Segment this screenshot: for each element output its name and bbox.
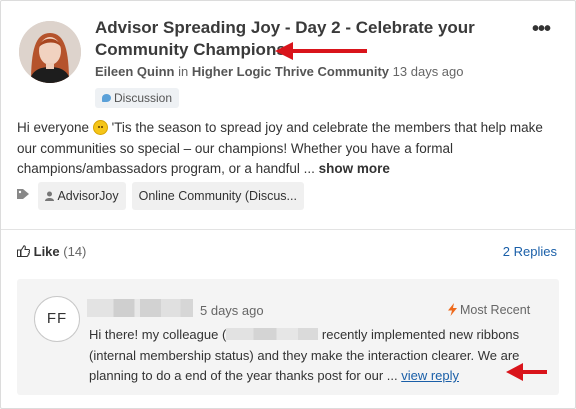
in-label: in: [178, 64, 189, 79]
lightning-bolt-icon: [448, 303, 457, 319]
community-link[interactable]: Higher Logic Thrive Community: [192, 64, 389, 79]
tag-label: AdvisorJoy: [57, 189, 119, 203]
tag-advisorjoy[interactable]: AdvisorJoy: [38, 182, 126, 211]
smiley-emoji-icon: [92, 120, 108, 135]
like-button[interactable]: Like (14): [17, 244, 86, 259]
replies-link[interactable]: 2 Replies: [503, 244, 557, 259]
person-icon: [45, 183, 55, 211]
post-meta: Eileen Quinn in Higher Logic Thrive Comm…: [95, 64, 464, 79]
reply-author-avatar[interactable]: FF: [34, 296, 80, 342]
reply-text-intro: Hi there! my colleague (: [89, 327, 227, 342]
reply-body: Hi there! my colleague ( recently implem…: [89, 325, 551, 387]
view-reply-link[interactable]: view reply: [401, 368, 459, 383]
show-more-link[interactable]: show more: [319, 161, 390, 176]
post-body: Hi everyone 'Tis the season to spread jo…: [17, 118, 565, 180]
reply-time: 5 days ago: [200, 303, 264, 318]
redacted-colleague-name: [226, 328, 319, 340]
discussion-badge: Discussion: [95, 88, 180, 108]
divider: [1, 229, 576, 230]
badge-label: Discussion: [114, 91, 173, 105]
reply-preview: FF 5 days ago Most Recent Hi there! my c…: [17, 279, 559, 395]
discussion-card: Advisor Spreading Joy - Day 2 - Celebrat…: [0, 0, 576, 409]
author-name[interactable]: Eileen Quinn: [95, 64, 174, 79]
like-label: Like: [33, 244, 60, 259]
red-arrow-annotation: [506, 363, 547, 381]
tag-icon: [17, 187, 31, 205]
most-recent-label: Most Recent: [448, 303, 530, 319]
thumbs-up-icon: [17, 244, 31, 259]
more-options-icon[interactable]: •••: [532, 19, 556, 41]
red-arrow-annotation: [275, 42, 367, 60]
author-avatar[interactable]: [19, 21, 81, 83]
speech-bubble-icon: [102, 94, 111, 102]
redacted-author-name: [87, 299, 193, 317]
like-count: (14): [63, 244, 87, 259]
tag-list: AdvisorJoy Online Community (Discus...: [17, 182, 310, 210]
body-intro: Hi everyone: [17, 120, 90, 135]
post-time: 13 days ago: [392, 64, 464, 79]
sort-label: Most Recent: [460, 303, 531, 317]
tag-online-community[interactable]: Online Community (Discus...: [131, 182, 304, 210]
